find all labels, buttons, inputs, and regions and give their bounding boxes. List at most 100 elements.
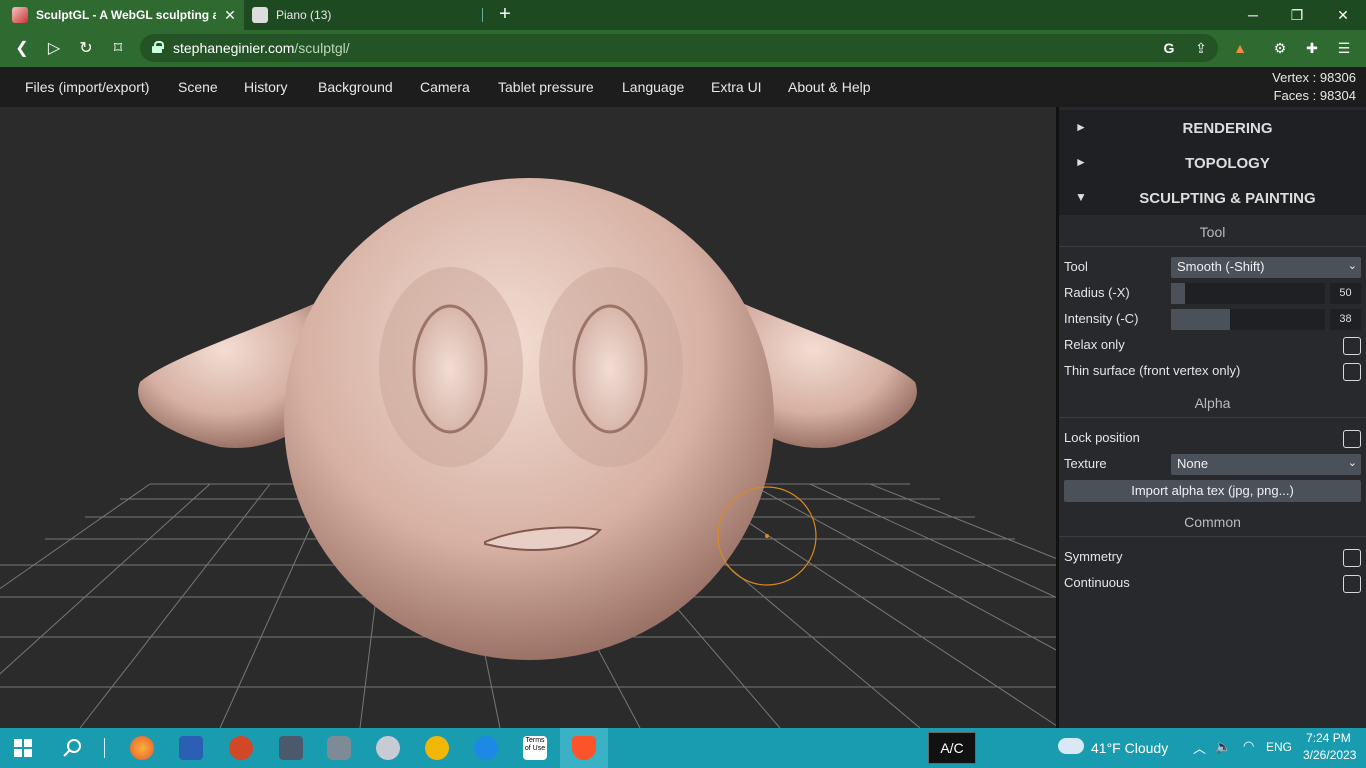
menu-background[interactable]: Background	[318, 79, 393, 95]
intensity-value[interactable]: 38	[1330, 309, 1361, 330]
restore-button[interactable]: ❐	[1286, 4, 1308, 26]
menu-camera[interactable]: Camera	[420, 79, 470, 95]
extension-icon[interactable]: ⚙	[1269, 37, 1291, 59]
clock-time[interactable]: 7:24 PM	[1306, 731, 1351, 745]
sculpting-header[interactable]: ▼ SCULPTING & PAINTING	[1059, 180, 1366, 215]
viewport-scene	[0, 178, 1058, 728]
taskbar-divider	[104, 738, 105, 758]
browser-app-icon[interactable]	[474, 736, 498, 760]
relax-label: Relax only	[1064, 337, 1125, 352]
lock-position-label: Lock position	[1064, 430, 1140, 445]
chevron-down-icon: ⌄	[1347, 457, 1357, 469]
tool-select[interactable]: Smooth (-Shift) ⌄	[1171, 257, 1361, 278]
taskbar-active-app[interactable]	[560, 728, 608, 768]
brave-icon	[572, 736, 596, 760]
menu-scene[interactable]: Scene	[178, 79, 218, 95]
language-indicator[interactable]: ENG	[1266, 740, 1292, 754]
menu-history[interactable]: History	[244, 79, 288, 95]
symmetry-label: Symmetry	[1064, 549, 1123, 564]
search-icon[interactable]	[62, 738, 82, 758]
divider	[1059, 246, 1366, 247]
volume-icon[interactable]: 🔈	[1215, 739, 1231, 755]
ac-widget[interactable]: A/C	[928, 732, 976, 764]
radius-slider[interactable]	[1171, 283, 1325, 304]
texture-select-value: None	[1177, 456, 1209, 471]
mesh-stats: Vertex : 98306 Faces : 98304	[1272, 69, 1356, 105]
brave-shield-icon[interactable]: ▲	[1229, 37, 1251, 59]
sculptgl-favicon-icon	[12, 7, 28, 23]
divider	[1059, 417, 1366, 418]
url-text: stephaneginier.com/sculptgl/	[173, 40, 350, 56]
lock-icon	[152, 41, 164, 53]
tab-divider	[482, 8, 483, 22]
tab-piano[interactable]: Piano (13)	[244, 0, 482, 30]
texture-label: Texture	[1064, 456, 1107, 471]
app-menu-bar: Files (import/export) Scene History Back…	[0, 67, 1366, 107]
radius-value[interactable]: 50	[1330, 283, 1361, 304]
tab-title: Piano (13)	[276, 8, 332, 22]
browser-menu-icon[interactable]: ☰	[1333, 37, 1355, 59]
browser-tab-strip: SculptGL - A WebGL sculpting app ✕ Piano…	[0, 0, 1366, 30]
menu-language[interactable]: Language	[622, 79, 684, 95]
puzzle-icon[interactable]: ✚	[1301, 37, 1323, 59]
window-close-button[interactable]: ✕	[1332, 4, 1354, 26]
weather-text[interactable]: 41°F Cloudy	[1091, 740, 1168, 756]
firefox-icon[interactable]	[130, 736, 154, 760]
new-tab-button[interactable]: +	[495, 4, 515, 24]
thin-surface-checkbox[interactable]	[1343, 363, 1361, 381]
faces-count: Faces : 98304	[1273, 88, 1356, 103]
tab-sculptgl[interactable]: SculptGL - A WebGL sculpting app ✕	[0, 0, 244, 30]
tab-title: SculptGL - A WebGL sculpting app	[36, 8, 216, 22]
tool-section-title: Tool	[1199, 224, 1226, 240]
word-icon[interactable]	[179, 736, 203, 760]
import-alpha-button[interactable]: Import alpha tex (jpg, png...)	[1064, 480, 1361, 502]
windows-start-icon[interactable]	[14, 739, 32, 757]
wifi-icon[interactable]: ◠	[1243, 738, 1254, 754]
windows-taskbar: Terms of Use A/C 41°F Cloudy ︿ 🔈 ◠ ENG 7…	[0, 728, 1366, 768]
sculpting-title: SCULPTING & PAINTING	[1139, 190, 1316, 207]
intensity-label: Intensity (-C)	[1064, 311, 1139, 326]
address-bar: ❮ ▷ ↻ ⌑ stephaneginier.com/sculptgl/ G ⇪…	[0, 30, 1366, 67]
menu-extra-ui[interactable]: Extra UI	[711, 79, 762, 95]
menu-tablet-pressure[interactable]: Tablet pressure	[498, 79, 594, 95]
relax-checkbox[interactable]	[1343, 337, 1361, 355]
reload-button[interactable]: ↻	[75, 38, 97, 60]
share-icon[interactable]: ⇪	[1190, 37, 1212, 59]
coins-app-icon[interactable]	[425, 736, 449, 760]
radius-slider-fill	[1171, 283, 1185, 304]
minimize-button[interactable]: ─	[1242, 4, 1264, 26]
bookmark-button[interactable]: ⌑	[107, 38, 129, 60]
continuous-checkbox[interactable]	[1343, 575, 1361, 593]
calculator-icon[interactable]	[279, 736, 303, 760]
menu-files[interactable]: Files (import/export)	[25, 79, 149, 95]
continuous-label: Continuous	[1064, 575, 1130, 590]
chevron-up-icon[interactable]: ︿	[1193, 738, 1206, 757]
forward-button[interactable]: ▷	[43, 38, 65, 60]
intensity-slider[interactable]	[1171, 309, 1325, 330]
texture-select[interactable]: None ⌄	[1171, 454, 1361, 475]
topology-title: TOPOLOGY	[1185, 155, 1270, 172]
rendering-header[interactable]: ► RENDERING	[1059, 110, 1366, 145]
symmetry-checkbox[interactable]	[1343, 549, 1361, 567]
alpha-section-title: Alpha	[1194, 395, 1231, 411]
tool-select-value: Smooth (-Shift)	[1177, 259, 1265, 274]
url-field[interactable]: stephaneginier.com/sculptgl/	[140, 34, 1218, 62]
radius-label: Radius (-X)	[1064, 285, 1130, 300]
sculpt-viewport[interactable]	[0, 107, 1058, 728]
back-button[interactable]: ❮	[11, 38, 33, 60]
sculpt-head-model	[138, 178, 917, 660]
menu-about-help[interactable]: About & Help	[788, 79, 871, 95]
lock-position-checkbox[interactable]	[1343, 430, 1361, 448]
topology-header[interactable]: ► TOPOLOGY	[1059, 145, 1366, 180]
powerpoint-icon[interactable]	[229, 736, 253, 760]
tab-close-icon[interactable]: ✕	[222, 7, 238, 23]
google-icon[interactable]: G	[1158, 37, 1180, 59]
satellite-app-icon[interactable]	[376, 736, 400, 760]
terms-of-use-icon[interactable]: Terms of Use	[523, 736, 547, 760]
cloud-icon	[1058, 738, 1084, 754]
chevron-down-icon: ⌄	[1347, 260, 1357, 272]
common-section-title: Common	[1184, 514, 1241, 530]
clock-date[interactable]: 3/26/2023	[1303, 748, 1356, 762]
thin-surface-label: Thin surface (front vertex only)	[1064, 363, 1241, 378]
camera-icon[interactable]	[327, 736, 351, 760]
